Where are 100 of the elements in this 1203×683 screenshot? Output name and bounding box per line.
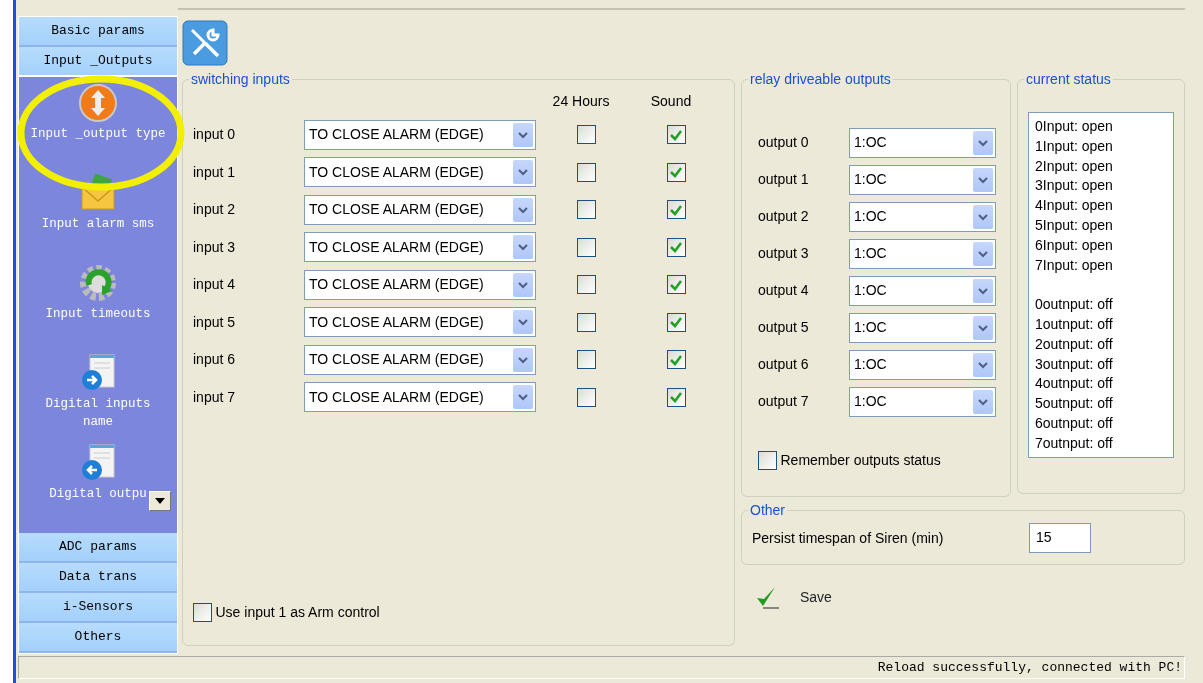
chevron-icon xyxy=(977,360,989,369)
input-label: input 6 xyxy=(193,350,237,370)
checkbox[interactable] xyxy=(576,125,596,145)
save-button[interactable]: Save xyxy=(755,585,1185,609)
input-label: input 3 xyxy=(193,237,237,257)
section-header[interactable]: Data trans xyxy=(19,563,177,593)
output-mode-dropdown[interactable]: 1:OC xyxy=(849,275,996,306)
status-line: 1Input: open xyxy=(1035,136,1114,156)
output-mode-dropdown[interactable]: 1:OC xyxy=(849,238,996,269)
column-header: Sound xyxy=(650,91,692,111)
output-mode-dropdown[interactable]: 1:OC xyxy=(849,164,996,195)
alarm-mode-dropdown[interactable]: TO CLOSE ALARM (EDGE) xyxy=(304,307,536,338)
output-mode-dropdown[interactable]: 1:OC xyxy=(849,312,996,343)
checkbox[interactable] xyxy=(193,603,212,622)
status-line: 2Input: open xyxy=(1035,156,1114,176)
status-line: 6Input: open xyxy=(1035,235,1114,255)
alarm-mode-dropdown[interactable]: TO CLOSE ALARM (EDGE) xyxy=(304,382,536,413)
status-line: 3outnput: off xyxy=(1035,354,1114,374)
field-label: Persist timespan of Siren (min) xyxy=(752,528,945,548)
section-header[interactable]: Input _Outputs xyxy=(19,47,177,77)
group-title: relay driveable outputs xyxy=(749,72,892,86)
alarm-mode-dropdown[interactable]: TO CLOSE ALARM (EDGE) xyxy=(304,157,536,188)
status-line: 7Input: open xyxy=(1035,255,1114,275)
column-header: 24 Hours xyxy=(552,91,610,111)
input-label: input 0 xyxy=(193,125,237,145)
checkbox-label: Remember outputs status xyxy=(780,451,941,470)
chevron-icon xyxy=(977,323,989,332)
chevron-icon xyxy=(517,168,529,177)
checkbox[interactable] xyxy=(576,387,596,407)
output-mode-dropdown[interactable]: 1:OC xyxy=(849,349,996,380)
chevron-icon xyxy=(517,393,529,402)
status-line: 4outnput: off xyxy=(1035,374,1114,394)
output-label: output 0 xyxy=(757,133,810,152)
checkbox[interactable] xyxy=(576,312,596,332)
status-line: 2outnput: off xyxy=(1035,334,1114,354)
chevron-icon xyxy=(977,286,989,295)
checkbox[interactable] xyxy=(576,200,596,220)
status-line: 3Input: open xyxy=(1035,176,1114,196)
section-header[interactable]: i-Sensors xyxy=(19,593,177,623)
status-line: 5Input: open xyxy=(1035,216,1114,235)
group-title: Other xyxy=(749,503,786,517)
checkbox[interactable] xyxy=(666,125,686,145)
alarm-mode-dropdown[interactable]: TO CLOSE ALARM (EDGE) xyxy=(304,232,536,263)
checkbox[interactable] xyxy=(576,162,596,182)
output-label: output 3 xyxy=(757,244,810,263)
input-label: input 7 xyxy=(193,387,237,407)
section-header[interactable]: Basic params xyxy=(19,17,177,47)
alarm-mode-dropdown[interactable]: TO CLOSE ALARM (EDGE) xyxy=(304,344,536,375)
caret-icon xyxy=(154,497,166,505)
section-header[interactable]: ADC params xyxy=(19,533,177,563)
gear-icon xyxy=(78,263,118,303)
input-label: input 5 xyxy=(193,312,237,332)
group-title: switching inputs xyxy=(190,72,291,86)
input-label: input 4 xyxy=(193,275,237,295)
chevron-icon xyxy=(977,397,989,406)
checkbox[interactable] xyxy=(666,237,686,257)
chevron-icon xyxy=(517,243,529,252)
scroll-down-button[interactable] xyxy=(149,491,171,511)
checkbox[interactable] xyxy=(576,350,596,370)
output-mode-dropdown[interactable]: 1:OC xyxy=(849,386,996,417)
checkbox[interactable] xyxy=(576,237,596,257)
number-field[interactable]: 15 xyxy=(1029,523,1091,553)
chevron-icon xyxy=(517,280,529,289)
chevron-icon xyxy=(517,355,529,364)
checkbox[interactable] xyxy=(666,387,686,407)
chevron-icon xyxy=(977,175,989,184)
status-line: 0outnput: off xyxy=(1035,295,1114,315)
output-label: output 7 xyxy=(757,392,810,411)
status-line: 5outnput: off xyxy=(1035,394,1114,414)
output-label: output 2 xyxy=(757,207,810,226)
alarm-mode-dropdown[interactable]: TO CLOSE ALARM (EDGE) xyxy=(304,119,536,150)
status-line: 6outnput: off xyxy=(1035,413,1114,433)
status-line: 7outnput: off xyxy=(1035,433,1114,453)
status-line: 4Input: open xyxy=(1035,196,1114,216)
input-label: input 2 xyxy=(193,200,237,220)
checkbox[interactable] xyxy=(666,162,686,182)
checkbox[interactable] xyxy=(666,200,686,220)
output-mode-dropdown[interactable]: 1:OC xyxy=(849,127,996,158)
chevron-icon xyxy=(517,205,529,214)
arrows-icon xyxy=(78,83,118,123)
section-header[interactable]: Others xyxy=(19,623,177,653)
tools-icon xyxy=(182,20,228,66)
chevron-icon xyxy=(977,138,989,147)
checkbox[interactable] xyxy=(758,451,777,470)
output-label: output 5 xyxy=(757,318,810,337)
output-label: output 6 xyxy=(757,355,810,374)
alarm-mode-dropdown[interactable]: TO CLOSE ALARM (EDGE) xyxy=(304,194,536,225)
checkbox-label: Use input 1 as Arm control xyxy=(215,603,380,622)
checkbox[interactable] xyxy=(576,275,596,295)
checkbox[interactable] xyxy=(666,350,686,370)
output-label: output 4 xyxy=(757,281,810,300)
output-mode-dropdown[interactable]: 1:OC xyxy=(849,201,996,232)
status-bar: Reload successfully, connected with PC! xyxy=(18,656,1185,679)
alarm-mode-dropdown[interactable]: TO CLOSE ALARM (EDGE) xyxy=(304,269,536,300)
status-line: 0Input: open xyxy=(1035,117,1114,136)
chevron-icon xyxy=(977,249,989,258)
checkbox[interactable] xyxy=(666,275,686,295)
group-title: current status xyxy=(1025,72,1112,86)
checkbox[interactable] xyxy=(666,312,686,332)
chevron-icon xyxy=(977,212,989,221)
